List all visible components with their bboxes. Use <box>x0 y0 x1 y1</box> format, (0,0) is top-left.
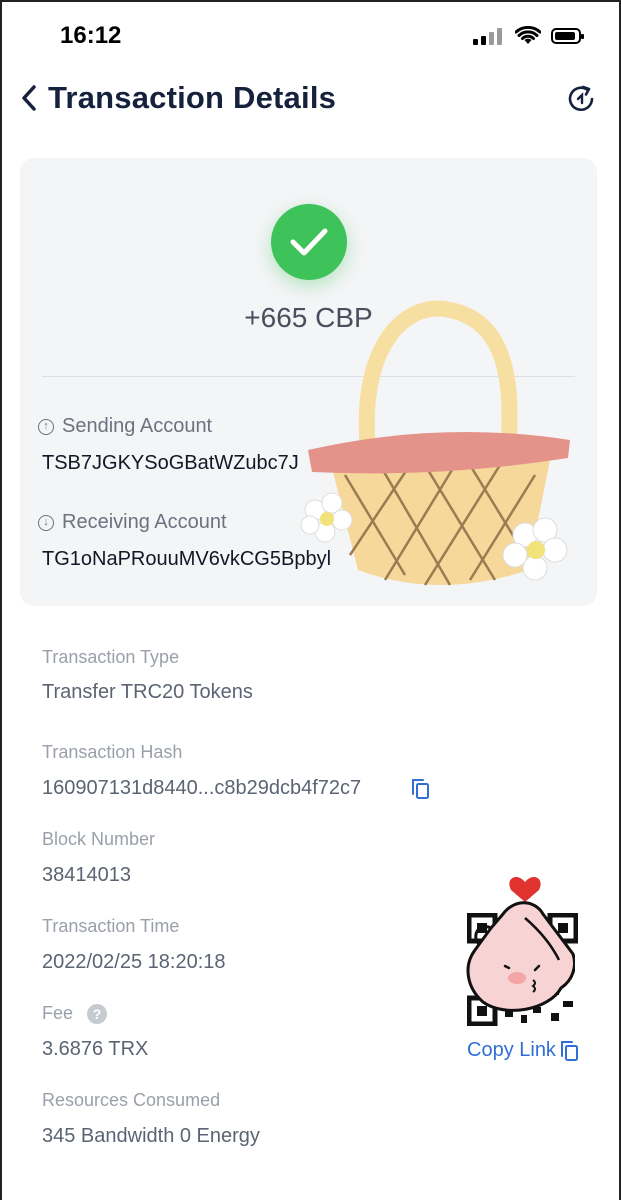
transaction-type-value: Transfer TRC20 Tokens <box>42 681 253 703</box>
resources-consumed-value: 345 Bandwidth 0 Energy <box>42 1125 260 1147</box>
receiving-account-label: ↓ Receiving Account <box>38 511 227 534</box>
transaction-time-label: Transaction Time <box>42 916 180 936</box>
copy-icon[interactable] <box>409 776 431 800</box>
heart-hand-sticker <box>466 876 575 1012</box>
copy-link-button[interactable]: Copy Link <box>467 1038 580 1062</box>
sending-account-label-text: Sending Account <box>62 415 213 437</box>
sending-account-label: ↑ Sending Account <box>38 415 212 438</box>
check-icon <box>290 228 328 256</box>
receiving-account-label-text: Receiving Account <box>62 511 227 533</box>
back-button[interactable] <box>14 80 44 116</box>
status-icons <box>473 26 584 46</box>
refresh-icon[interactable] <box>565 82 599 116</box>
battery-icon <box>551 28 584 44</box>
basket-sticker <box>300 300 570 586</box>
sending-account-value[interactable]: TSB7JGKYSoGBatWZubc7J <box>42 452 299 475</box>
help-icon[interactable]: ? <box>87 1004 108 1025</box>
copy-link-label: Copy Link <box>467 1038 556 1061</box>
status-time: 16:12 <box>60 22 122 49</box>
transaction-hash-label: Transaction Hash <box>42 742 183 762</box>
wifi-icon <box>515 26 541 44</box>
receiving-account-value[interactable]: TG1oNaPRouuMV6vkCG5Bpbyl <box>42 548 331 571</box>
copy-icon <box>560 1041 578 1061</box>
fee-label-text: Fee <box>42 1003 74 1023</box>
block-number-value[interactable]: 38414013 <box>42 864 131 887</box>
fee-label: Fee? <box>42 1003 108 1025</box>
resources-consumed-label: Resources Consumed <box>42 1090 221 1110</box>
arrow-down-circle-icon: ↓ <box>38 514 54 531</box>
page-title: Transaction Details <box>48 80 337 115</box>
signal-icon <box>473 27 505 45</box>
block-number-label: Block Number <box>42 829 156 849</box>
transaction-hash-value[interactable]: 160907131d8440...c8b29dcb4f72c7 <box>42 777 361 800</box>
arrow-up-circle-icon: ↑ <box>38 418 54 435</box>
success-badge <box>271 204 347 280</box>
back-chevron-icon <box>22 85 36 111</box>
fee-value: 3.6876 TRX <box>42 1038 149 1060</box>
transaction-type-label: Transaction Type <box>42 647 180 667</box>
transaction-time-value: 2022/02/25 18:20:18 <box>42 951 226 973</box>
